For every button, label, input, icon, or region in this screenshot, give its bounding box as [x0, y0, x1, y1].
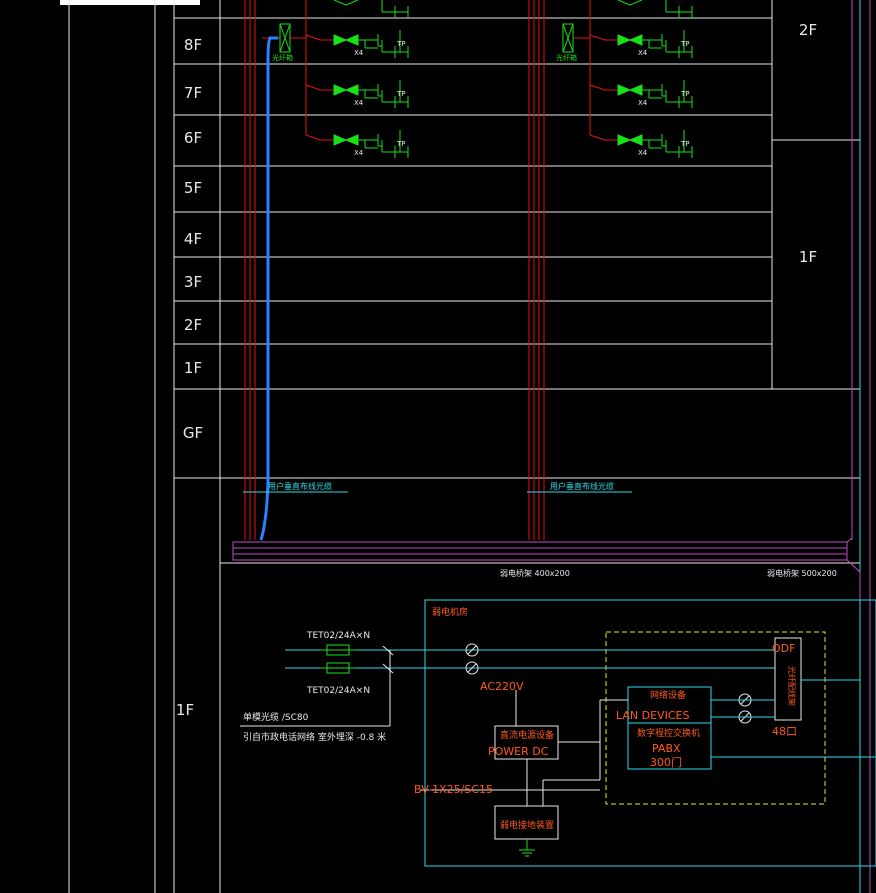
outlet-x4-label: X4 — [354, 49, 364, 57]
single-mode-label: 单模光缆 /SC80 — [243, 711, 309, 723]
vertical-cable-label: 用户垂直布线光缆 — [550, 481, 614, 491]
outlet-group: X4 TP — [320, 30, 409, 58]
outlet-tp-label: TP — [396, 90, 406, 98]
vertical-cable-label: 用户垂直布线光缆 — [268, 481, 332, 491]
bv-cable-label: BV-1X25/SC15 — [414, 783, 493, 796]
outlet-tp-label: TP — [680, 140, 690, 148]
floor-label: 8F — [184, 36, 202, 54]
dc-power-cn: 直流电源设备 — [500, 729, 554, 741]
fiber-cabinet-label: 光纤箱 — [272, 53, 293, 62]
lan-devices-label: LAN DEVICES — [616, 709, 689, 722]
fiber-cabinet-left: 光纤箱 — [272, 23, 293, 62]
right-cables — [851, 0, 871, 893]
vertical-cable-labels: 用户垂直布线光缆 用户垂直布线光缆 — [243, 481, 632, 493]
floor-label: 3F — [184, 273, 202, 291]
tray-label-400: 弱电桥架 400x200 — [500, 568, 570, 578]
odf-count: 48口 — [772, 725, 797, 738]
riser-diagram-canvas: 8F 7F 6F 5F 4F 3F 2F 1F GF 1F 2F 1F 光纤箱 … — [68, 0, 876, 893]
floor-label: GF — [183, 424, 203, 442]
fiber-cabinet-label: 光纤箱 — [556, 53, 577, 62]
floor-label: 7F — [184, 84, 202, 102]
cable-label-bottom: TET02/24A×N — [306, 686, 370, 696]
equipment-room-labels: 弱电机房 TET02/24A×N TET02/24A×N 单模光缆 /SC80 … — [243, 606, 797, 831]
pabx-lines: 300门 — [650, 755, 682, 769]
from-network-label: 引自市政电话网络 室外埋深 -0.8 米 — [243, 731, 386, 743]
dc-power-en: POWER DC — [488, 745, 549, 758]
outlet-x4-label: X4 — [638, 99, 648, 107]
odf-cn: 光纤配线架 — [787, 666, 797, 706]
tray-label-500: 弱电桥架 500x200 — [767, 568, 837, 578]
outlet-group: X4 TP — [604, 130, 693, 158]
cable-label-top: TET02/24A×N — [306, 631, 370, 641]
outlet-groups: X4 TP X4 TP X4 TP X4 TP X4 TP X4 TP — [320, 0, 693, 158]
floor-label: 1F — [799, 248, 817, 266]
fiber-cabinet-right: 光纤箱 — [556, 23, 577, 62]
outlet-x4-label: X4 — [638, 149, 648, 157]
floor-label: 2F — [799, 21, 817, 39]
network-device-cn: 网络设备 — [650, 689, 686, 701]
floor-label: 6F — [184, 129, 202, 147]
outlet-tp-label: TP — [680, 90, 690, 98]
red-risers — [244, 0, 606, 540]
outlet-group-partial — [333, 0, 409, 18]
ac220-label: AC220V — [480, 680, 524, 693]
outlet-group: X4 TP — [604, 80, 693, 108]
outlet-x4-label: X4 — [354, 149, 364, 157]
pabx-cn: 数字程控交换机 — [637, 727, 700, 739]
floor-labels: 8F 7F 6F 5F 4F 3F 2F 1F GF 1F 2F 1F — [176, 21, 817, 719]
floor-label: 2F — [184, 316, 202, 334]
outlet-x4-label: X4 — [638, 49, 648, 57]
outlet-group-partial — [617, 0, 693, 18]
floor-label: 1F — [176, 701, 194, 719]
odf-label: ODF — [772, 642, 795, 655]
outlet-tp-label: TP — [396, 40, 406, 48]
floor-label: 1F — [184, 359, 202, 377]
floor-label: 4F — [184, 230, 202, 248]
ground-device-label: 弱电接地装置 — [500, 819, 554, 831]
outlet-group: X4 TP — [604, 30, 693, 58]
outlet-tp-label: TP — [680, 40, 690, 48]
outlet-group: X4 TP — [320, 80, 409, 108]
outlet-x4-label: X4 — [354, 99, 364, 107]
outlet-tp-label: TP — [396, 140, 406, 148]
outlet-group: X4 TP — [320, 130, 409, 158]
floor-label: 5F — [184, 179, 202, 197]
vertical-fiber-cable — [259, 36, 278, 541]
pabx-label: PABX — [652, 742, 681, 755]
tray-labels: 弱电桥架 400x200 弱电桥架 500x200 — [500, 568, 837, 578]
room-title: 弱电机房 — [432, 606, 468, 618]
